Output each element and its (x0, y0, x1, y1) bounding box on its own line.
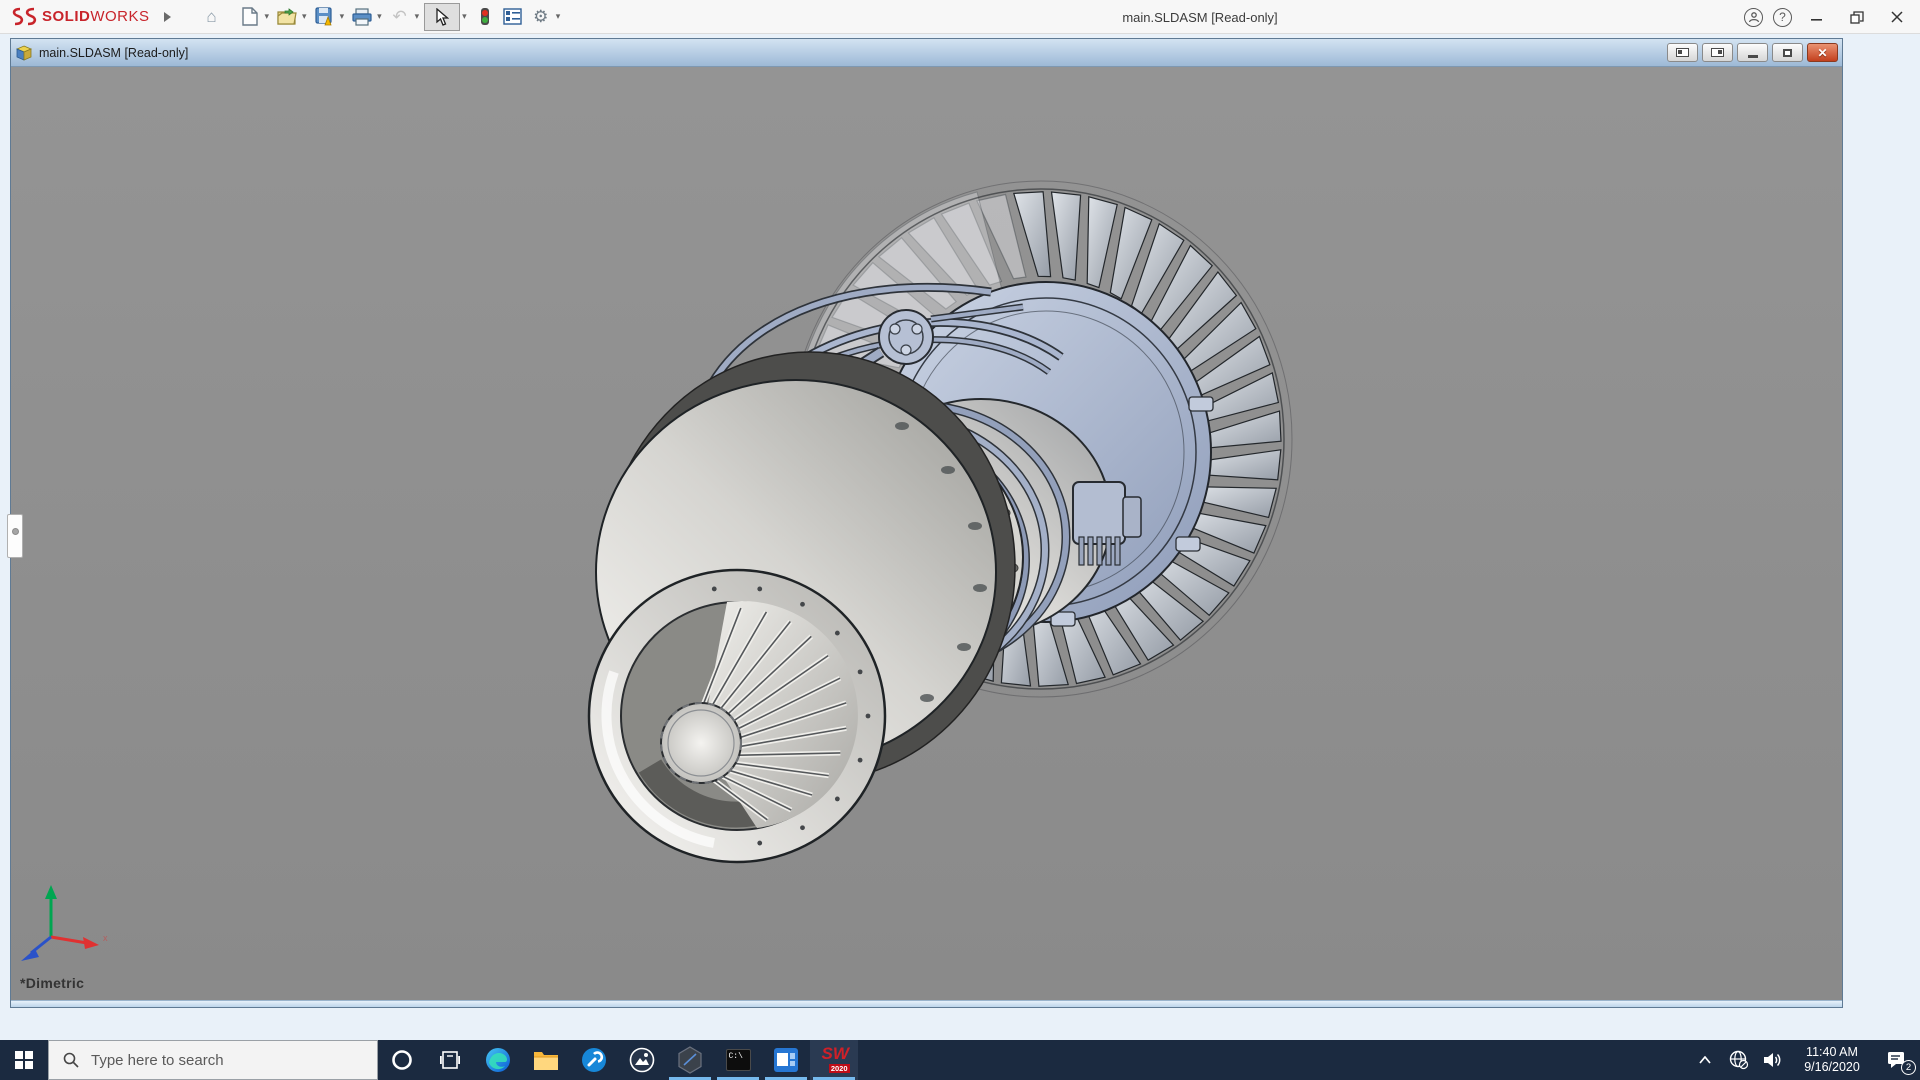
photos-icon[interactable] (618, 1040, 666, 1080)
open-folder-icon[interactable] (274, 3, 300, 31)
home-icon[interactable]: ⌂ (199, 3, 225, 31)
cortana-icon[interactable] (378, 1040, 426, 1080)
new-document-icon[interactable] (237, 3, 263, 31)
system-tray: 11:40 AM 9/16/2020 2 (1688, 1040, 1920, 1080)
main-titlebar: SOLIDWORKS ⌂ ▾ ▾ ▾ ▾ ↶ ▾ ▾ (0, 0, 1920, 34)
logo-text: SOLIDWORKS (42, 8, 150, 25)
solidworks-logo-icon (10, 6, 40, 28)
volume-icon[interactable] (1756, 1040, 1790, 1080)
clock-time: 11:40 AM (1806, 1045, 1858, 1060)
reference-triad: x (17, 879, 113, 963)
taskbar: C:\ SW2020 11:40 AM 9/16/2020 (0, 1040, 1920, 1080)
window-title: main.SLDASM [Read-only] (1075, 0, 1325, 34)
save-dropdown-icon[interactable]: ▾ (340, 11, 348, 22)
print-dropdown-icon[interactable]: ▾ (377, 11, 385, 22)
toolbar-expander-icon[interactable] (164, 12, 171, 22)
settings-dropdown-icon[interactable]: ▾ (556, 11, 564, 22)
document-window: main.SLDASM [Read-only] ✕ (10, 38, 1843, 1008)
terminal-label: C:\ (726, 1049, 751, 1071)
select-tool-active-box[interactable] (424, 3, 460, 31)
taskbar-clock[interactable]: 11:40 AM 9/16/2020 (1790, 1040, 1874, 1080)
tray-chevron-up-icon[interactable] (1688, 1040, 1722, 1080)
panel-splitter-handle[interactable] (7, 514, 23, 558)
search-input[interactable] (91, 1052, 341, 1069)
open-dropdown-icon[interactable]: ▾ (302, 11, 310, 22)
action-center-icon[interactable]: 2 (1874, 1040, 1920, 1080)
window-bottom-frame (11, 1000, 1842, 1007)
screen: SOLIDWORKS ⌂ ▾ ▾ ▾ ▾ ↶ ▾ ▾ (0, 0, 1920, 1080)
task-view-icon[interactable] (426, 1040, 474, 1080)
start-button[interactable] (0, 1040, 48, 1080)
assembly-document-icon (16, 45, 33, 61)
account-icon[interactable] (1744, 8, 1763, 27)
taskbar-search[interactable] (48, 1040, 378, 1080)
splitter-dot-icon (12, 528, 19, 535)
new-document-dropdown-icon[interactable]: ▾ (265, 11, 273, 22)
close-icon[interactable] (1882, 4, 1912, 30)
solidworks-app-icon[interactable]: SW2020 (810, 1040, 858, 1080)
clock-date: 9/16/2020 (1804, 1060, 1860, 1075)
search-icon (63, 1052, 79, 1068)
select-dropdown-icon[interactable]: ▾ (462, 11, 470, 22)
settings-gear-icon[interactable]: ⚙ (528, 3, 554, 31)
select-cursor-icon (435, 8, 449, 26)
hexagon-app-icon[interactable] (666, 1040, 714, 1080)
document-title: main.SLDASM [Read-only] (39, 46, 188, 60)
notification-badge: 2 (1901, 1060, 1916, 1075)
sw-year-badge: 2020 (829, 1064, 850, 1073)
doc-minimize-icon[interactable] (1737, 43, 1768, 62)
undo-dropdown-icon[interactable]: ▾ (415, 11, 423, 22)
doc-restore-icon[interactable] (1772, 43, 1803, 62)
document-titlebar[interactable]: main.SLDASM [Read-only] ✕ (11, 39, 1842, 67)
settings-wrench-icon[interactable] (570, 1040, 618, 1080)
solidworks-logo: SOLIDWORKS (10, 6, 150, 28)
windows-logo-icon (15, 1051, 33, 1069)
quick-toolbar: ⌂ ▾ ▾ ▾ ▾ ↶ ▾ ▾ ⚙ (199, 3, 564, 31)
mdi-background: main.SLDASM [Read-only] ✕ (0, 34, 1920, 1040)
document-window-buttons: ✕ (1667, 43, 1838, 62)
window-app-icon[interactable] (762, 1040, 810, 1080)
task-pane-list-icon[interactable] (500, 3, 526, 31)
sw-logo-text: SW (822, 1044, 849, 1064)
help-icon[interactable]: ? (1773, 8, 1792, 27)
minimize-icon[interactable] (1802, 4, 1832, 30)
pane-left-icon[interactable] (1667, 43, 1698, 62)
taskbar-apps: C:\ SW2020 (474, 1040, 858, 1080)
restore-icon[interactable] (1842, 4, 1872, 30)
network-globe-offline-icon[interactable] (1722, 1040, 1756, 1080)
edge-icon[interactable] (474, 1040, 522, 1080)
graphics-viewport[interactable]: x *Dimetric (11, 67, 1842, 1001)
view-orientation-label: *Dimetric (20, 975, 84, 991)
save-icon[interactable] (312, 3, 338, 31)
print-icon[interactable] (349, 3, 375, 31)
rebuild-stoplight-icon[interactable] (472, 3, 498, 31)
titlebar-right-controls: ? (1744, 0, 1912, 34)
command-prompt-icon[interactable]: C:\ (714, 1040, 762, 1080)
doc-close-icon[interactable]: ✕ (1807, 43, 1838, 62)
pane-right-icon[interactable] (1702, 43, 1733, 62)
file-explorer-icon[interactable] (522, 1040, 570, 1080)
engine-3d-model[interactable] (11, 67, 1842, 1001)
undo-icon[interactable]: ↶ (387, 3, 413, 31)
svg-text:x: x (103, 933, 108, 943)
